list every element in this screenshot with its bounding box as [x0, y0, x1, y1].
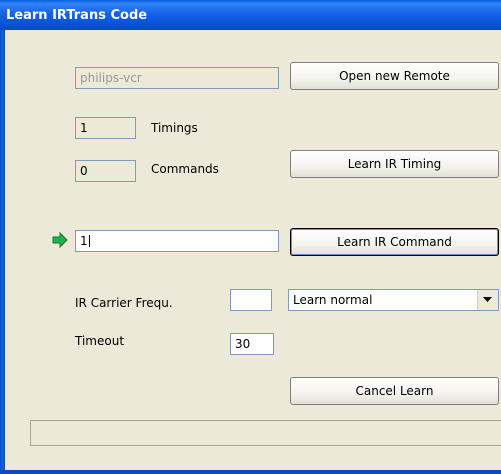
learn-mode-select[interactable]: Learn normal — [288, 289, 499, 311]
timeout-input[interactable]: 30 — [230, 333, 274, 355]
carrier-frequency-input[interactable] — [230, 289, 272, 311]
cancel-learn-button[interactable]: Cancel Learn — [290, 377, 499, 405]
chevron-down-icon[interactable] — [477, 290, 498, 310]
carrier-frequency-label: IR Carrier Frequ. — [75, 296, 173, 310]
remote-name-field: philips-vcr — [75, 67, 279, 89]
window-title: Learn IRTrans Code — [6, 8, 148, 23]
timeout-label: Timeout — [75, 334, 125, 348]
green-arrow-icon — [52, 231, 68, 249]
command-name-value: 1 — [80, 234, 88, 248]
window-bottom-border — [0, 470, 501, 474]
open-new-remote-button[interactable]: Open new Remote — [290, 62, 499, 90]
learn-irtrans-window: Learn IRTrans Code philips-vcr Open new … — [0, 0, 501, 474]
learn-mode-value: Learn normal — [293, 293, 373, 307]
learn-ir-command-button[interactable]: Learn IR Command — [290, 228, 499, 256]
window-left-border — [0, 30, 5, 474]
timings-label: Timings — [151, 121, 198, 135]
learn-ir-timing-button[interactable]: Learn IR Timing — [290, 150, 499, 178]
commands-count-field: 0 — [75, 160, 136, 182]
commands-label: Commands — [151, 162, 219, 176]
timings-count-field: 1 — [75, 117, 136, 139]
command-name-input[interactable]: 1 — [75, 230, 279, 252]
text-caret — [88, 235, 90, 247]
status-bar — [30, 420, 501, 446]
title-bar[interactable]: Learn IRTrans Code — [0, 0, 501, 30]
